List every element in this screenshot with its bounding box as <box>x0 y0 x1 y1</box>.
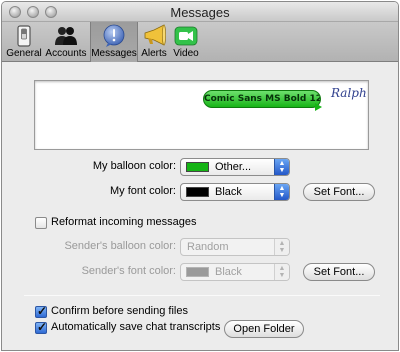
tab-accounts-label: Accounts <box>45 48 87 59</box>
tab-alerts[interactable]: Alerts <box>138 22 170 62</box>
confirm-sending-files-checkbox[interactable]: ✓ <box>35 304 48 318</box>
tab-messages-label: Messages <box>91 48 137 59</box>
chat-preview: Comic Sans MS Bold 12 Ralph <box>34 80 369 150</box>
tab-messages[interactable]: Messages <box>90 22 138 62</box>
reformat-incoming-checkbox[interactable] <box>35 217 47 229</box>
sender-font-color-swatch <box>186 267 209 277</box>
section-divider <box>24 295 380 296</box>
tab-video[interactable]: Video <box>170 22 202 62</box>
sender-balloon-color-value: Random <box>187 241 229 253</box>
video-camera-icon <box>174 24 198 48</box>
sender-set-font-button[interactable]: Set Font... <box>303 263 375 281</box>
confirm-sending-files-label: Confirm before sending files <box>51 305 188 317</box>
sender-font-color-value: Black <box>215 266 242 278</box>
balloon-color-swatch <box>186 162 209 172</box>
popup-arrows-icon: ▲ ▼ <box>274 264 289 280</box>
preferences-toolbar: General Accounts Messages Alerts Video <box>2 22 398 62</box>
sender-font-color-popup[interactable]: Black ▲ ▼ <box>180 263 290 281</box>
general-switch-icon <box>12 24 36 48</box>
balloon-color-popup[interactable]: Other... ▲ ▼ <box>180 158 290 176</box>
set-font-button[interactable]: Set Font... <box>303 183 375 201</box>
preview-balloon: Comic Sans MS Bold 12 <box>203 90 321 108</box>
font-color-swatch <box>186 187 209 197</box>
open-folder-button[interactable]: Open Folder <box>224 320 304 338</box>
window-title: Messages <box>170 5 230 20</box>
autosave-transcripts-checkbox[interactable]: ✓ <box>35 320 48 334</box>
messages-pane: Comic Sans MS Bold 12 Ralph My balloon c… <box>2 62 398 350</box>
preview-avatar-signature: Ralph <box>331 86 367 100</box>
megaphone-icon <box>142 24 166 48</box>
font-color-value: Black <box>215 186 242 198</box>
popup-arrows-icon: ▲ ▼ <box>274 159 289 175</box>
sender-balloon-color-popup[interactable]: Random ▲ ▼ <box>180 238 290 256</box>
checkmark-icon: ✓ <box>37 320 48 334</box>
balloon-color-value: Other... <box>215 161 252 173</box>
popup-arrows-icon: ▲ ▼ <box>274 184 289 200</box>
preferences-window: Messages General Accounts Messages Alert… <box>1 1 399 351</box>
accounts-people-icon <box>54 24 78 48</box>
title-bar: Messages <box>2 2 398 22</box>
sender-font-color-label: Sender's font color: <box>81 265 176 277</box>
font-color-label: My font color: <box>109 185 176 197</box>
popup-arrows-icon: ▲ ▼ <box>274 239 289 255</box>
balloon-color-label: My balloon color: <box>92 160 176 172</box>
checkmark-icon: ✓ <box>37 304 48 318</box>
tab-accounts[interactable]: Accounts <box>44 22 88 62</box>
preview-balloon-tail <box>315 103 322 111</box>
reformat-incoming-label: Reformat incoming messages <box>51 216 197 228</box>
font-color-popup[interactable]: Black ▲ ▼ <box>180 183 290 201</box>
autosave-transcripts-label: Automatically save chat transcripts <box>51 321 221 333</box>
tab-alerts-label: Alerts <box>141 48 167 59</box>
tab-video-label: Video <box>173 48 199 59</box>
messages-bubble-icon <box>102 24 126 48</box>
tab-general[interactable]: General <box>4 22 44 62</box>
tab-general-label: General <box>6 48 42 59</box>
sender-balloon-color-label: Sender's balloon color: <box>64 240 176 252</box>
